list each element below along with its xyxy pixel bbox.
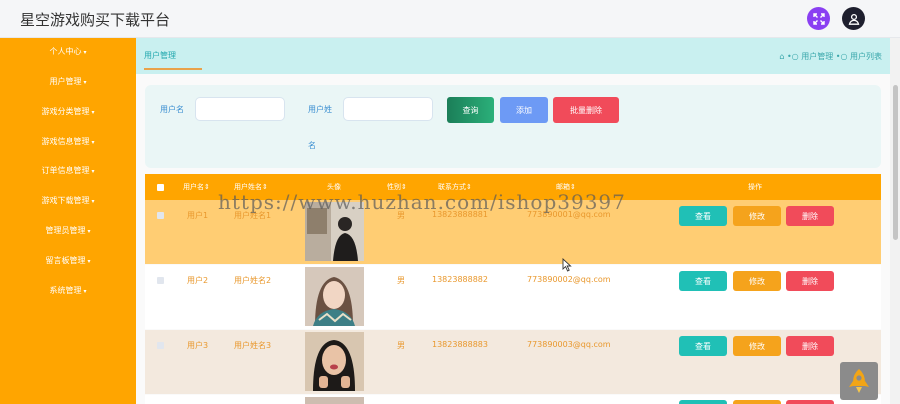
view-button[interactable] [679,400,727,404]
tab-user-management[interactable]: 用户管理 [144,50,176,61]
add-button[interactable]: 添加 [500,97,548,123]
user-icon [848,13,859,25]
edit-button[interactable]: 修改 [733,206,781,226]
caret-down-icon: ▾ [91,109,95,116]
avatar [305,267,364,326]
view-button[interactable]: 查看 [679,271,727,291]
sidebar-item-label: 用户管理 [49,77,82,86]
delete-button[interactable]: 删除 [786,271,834,291]
cell-email: 773890002@qq.com [527,275,611,284]
caret-down-icon: ▾ [83,79,87,86]
sidebar-item-system-management[interactable]: 系统管理 ▾ [0,281,136,301]
cell-username: 用户2 [187,276,209,285]
sidebar-item-order-info[interactable]: 订单信息管理 ▾ [0,161,136,181]
delete-button[interactable]: 删除 [786,206,834,226]
home-icon[interactable]: ⌂ [779,52,784,61]
tab-bar: 用户管理 ⌂ •○ 用户管理 •○ 用户列表 [136,38,890,74]
cell-name: 用户姓名2 [234,276,272,285]
caret-down-icon: ▾ [91,198,95,205]
query-button[interactable]: 查询 [447,97,494,123]
realname-input[interactable] [343,97,433,121]
view-button[interactable]: 查看 [679,336,727,356]
scrollbar-thumb[interactable] [893,85,898,240]
user-menu-button[interactable] [842,7,865,30]
breadcrumb-item: 用户列表 [850,52,882,61]
cell-username: 用户1 [187,211,209,220]
sidebar-item-label: 管理员管理 [45,226,86,235]
sidebar-item-user-management[interactable]: 用户管理 ▾ [0,72,136,92]
row-checkbox[interactable] [157,342,164,349]
caret-down-icon: ▾ [83,49,87,56]
sidebar-item-label: 系统管理 [49,286,82,295]
table-row[interactable]: 用户3 用户姓名3 男 13823888883 773890003@qq.com… [145,330,881,394]
edit-button[interactable]: 修改 [733,271,781,291]
cell-username: 用户3 [187,341,209,350]
column-header-username[interactable]: 用户名⇕ [183,182,210,192]
back-to-top-button[interactable] [840,362,878,400]
sidebar-item-label: 游戏分类管理 [41,107,90,116]
breadcrumb-separator: •○ [786,52,802,61]
rocket-icon [849,369,869,393]
mouse-cursor-icon [562,258,572,272]
caret-down-icon: ▾ [87,228,91,235]
fullscreen-button[interactable] [807,7,830,30]
view-button[interactable]: 查看 [679,206,727,226]
sidebar-item-label: 游戏下载管理 [41,196,90,205]
sidebar-item-game-category[interactable]: 游戏分类管理 ▾ [0,102,136,122]
column-header-actions: 操作 [748,183,762,191]
sidebar: 个人中心 ▾ 用户管理 ▾ 游戏分类管理 ▾ 游戏信息管理 ▾ 订单信息管理 ▾ 游戏下载… [0,38,136,404]
batch-delete-button[interactable]: 批量删除 [553,97,619,123]
caret-down-icon: ▾ [83,288,87,295]
sidebar-item-game-download[interactable]: 游戏下载管理 ▾ [0,191,136,211]
row-checkbox[interactable] [157,212,164,219]
sidebar-item-message-board[interactable]: 留言板管理 ▾ [0,251,136,271]
realname-label: 用户姓 [308,105,332,114]
active-tab-indicator [144,68,202,70]
edit-button[interactable]: 修改 [733,336,781,356]
sort-icon: ⇕ [204,183,210,191]
top-bar: 星空游戏购买下载平台 [0,0,900,38]
row-checkbox[interactable] [157,277,164,284]
avatar [305,397,364,404]
sidebar-item-label: 留言板管理 [45,256,86,265]
breadcrumb-separator: •○ [835,52,850,61]
username-label: 用户名 [160,105,184,114]
table-row[interactable]: 用户2 用户姓名2 男 13823888882 773890002@qq.com… [145,265,881,329]
cell-email: 773890003@qq.com [527,340,611,349]
cell-phone: 13823888882 [432,275,488,284]
delete-button[interactable]: 删除 [786,336,834,356]
edit-button[interactable] [733,400,781,404]
cell-name: 用户姓名3 [234,341,272,350]
caret-down-icon: ▾ [91,168,95,175]
realname-label-wrap: 名 [308,141,316,150]
caret-down-icon: ▾ [91,139,95,146]
avatar [305,332,364,391]
breadcrumb: ⌂ •○ 用户管理 •○ 用户列表 [779,51,882,62]
cell-phone: 13823888883 [432,340,488,349]
watermark: https://www.huzhan.com/ishop39397 [218,190,626,214]
fullscreen-icon [812,12,825,25]
sidebar-item-label: 个人中心 [49,47,82,56]
username-input[interactable] [195,97,285,121]
delete-button[interactable] [786,400,834,404]
table-row[interactable] [145,395,881,404]
caret-down-icon: ▾ [87,258,91,265]
sidebar-item-admin-management[interactable]: 管理员管理 ▾ [0,221,136,241]
cell-gender: 男 [397,341,405,350]
select-all-checkbox[interactable] [157,184,164,191]
app-title: 星空游戏购买下载平台 [20,11,171,29]
sidebar-item-game-info[interactable]: 游戏信息管理 ▾ [0,132,136,152]
cell-gender: 男 [397,276,405,285]
sidebar-item-label: 游戏信息管理 [41,137,90,146]
sidebar-item-label: 订单信息管理 [41,166,90,175]
sidebar-item-personal-center[interactable]: 个人中心 ▾ [0,42,136,62]
breadcrumb-item[interactable]: 用户管理 [801,52,833,61]
